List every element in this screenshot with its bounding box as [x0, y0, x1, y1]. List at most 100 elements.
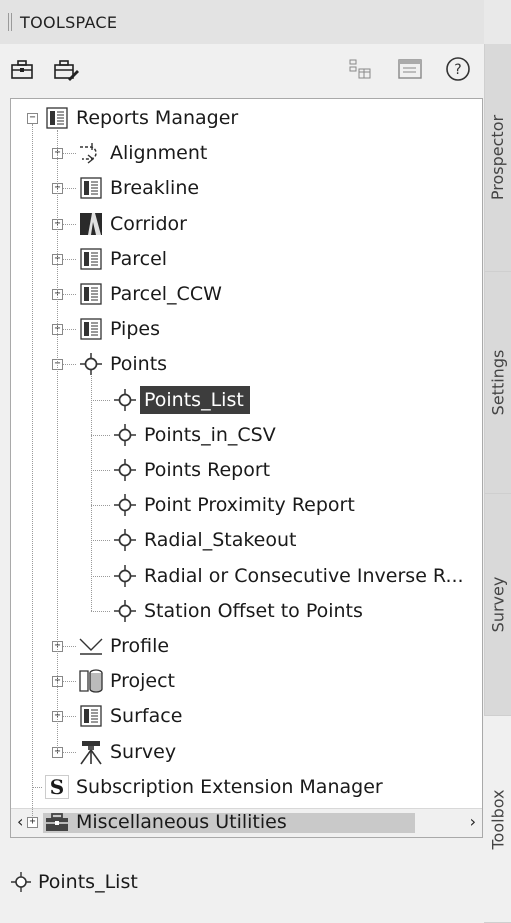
tree-node-miscellaneous-utilities[interactable]: Miscellaneous Utilities	[42, 805, 293, 837]
points-icon	[10, 871, 32, 893]
tree-connector	[91, 610, 110, 612]
tree-node-label: Radial_Stakeout	[144, 529, 297, 552]
tree-connector	[91, 434, 110, 436]
tree-connector	[32, 124, 33, 816]
tab-prospector[interactable]: Prospector	[484, 44, 511, 272]
tree-connector	[91, 505, 110, 507]
survey-icon	[76, 737, 106, 767]
tree-node-survey[interactable]: Survey	[76, 735, 182, 769]
tree-node-label: Project	[110, 670, 176, 693]
report-icon	[76, 701, 106, 731]
points-icon	[76, 349, 106, 379]
project-icon	[76, 666, 106, 696]
report-item-point-proximity-report[interactable]: Point Proximity Report	[110, 488, 361, 522]
help-glyph: ?	[454, 62, 461, 78]
status-label: Points_List	[38, 871, 138, 893]
toolbox-icon	[42, 807, 72, 837]
collapse-toggle[interactable]: −	[27, 113, 38, 124]
tree-connector	[32, 786, 42, 788]
palette-title: TOOLSPACE	[20, 12, 118, 32]
tree-connector	[91, 470, 110, 471]
report-icon	[42, 103, 72, 133]
toolbox-icon[interactable]	[8, 55, 36, 83]
tree-connector	[91, 376, 92, 611]
tree-connector	[57, 130, 58, 752]
report-item-station-offset-to-points[interactable]: Station Offset to Points	[110, 594, 369, 628]
tree-node-label: Parcel	[110, 247, 168, 270]
tree-node-corridor[interactable]: Corridor	[76, 207, 193, 241]
title-bar[interactable]: TOOLSPACE	[0, 0, 484, 44]
tree-connector	[91, 575, 110, 577]
tree-node-profile[interactable]: Profile	[76, 629, 175, 663]
report-icon	[76, 279, 106, 309]
profile-icon	[76, 631, 106, 661]
report-item-radial-stakeout[interactable]: Radial_Stakeout	[110, 523, 302, 557]
tree-node-label: Points Report	[144, 459, 271, 481]
tree-node-reports-manager[interactable]: Reports Manager	[42, 101, 244, 135]
points-icon	[110, 561, 140, 591]
expand-toggle[interactable]: +	[27, 817, 38, 828]
tree-node-label: Station Offset to Points	[144, 599, 363, 622]
points-icon	[110, 385, 140, 415]
tree-node-pipes[interactable]: Pipes	[76, 312, 166, 346]
help-icon[interactable]: ?	[444, 55, 472, 83]
tab-toolbox-label: Toolbox	[488, 789, 507, 849]
tree-node-label: Reports Manager	[76, 107, 239, 129]
tree-node-label: Points_List	[140, 385, 250, 414]
toolspace-palette: TOOLSPACE ? ‹ › Reports Manager − Alignmen…	[0, 0, 484, 923]
tree-node-surface[interactable]: Surface	[76, 699, 188, 733]
subscription-glyph: S	[45, 774, 69, 799]
tree-node-label: Points_in_CSV	[144, 423, 276, 446]
tab-survey[interactable]: Survey	[484, 494, 511, 716]
corridor-icon	[76, 209, 106, 239]
toolspace-tabs: Prospector Settings Survey Toolbox	[484, 0, 511, 923]
report-item-radial-or-consecutive-inverse-r[interactable]: Radial or Consecutive Inverse R...	[110, 559, 470, 593]
report-item-points-list[interactable]: Points_List	[110, 383, 250, 417]
tree-node-project[interactable]: Project	[76, 664, 181, 698]
tree-node-label: Survey	[110, 740, 177, 763]
report-item-points-in-csv[interactable]: Points_in_CSV	[110, 418, 282, 452]
report-tree[interactable]: ‹ › Reports Manager − Alignment + Breakline +…	[10, 98, 483, 838]
report-icon	[76, 173, 106, 203]
tree-node-parcel[interactable]: Parcel	[76, 242, 173, 276]
report-icon	[76, 244, 106, 274]
details-view-icon[interactable]	[346, 55, 374, 83]
subscription-icon: S	[42, 772, 72, 802]
tab-settings-label: Settings	[488, 349, 508, 416]
tab-settings[interactable]: Settings	[484, 272, 511, 494]
report-item-points-report[interactable]: Points Report	[110, 453, 276, 487]
tree-node-label: Corridor	[110, 212, 187, 235]
tree-node-label: Breakline	[110, 177, 200, 200]
tree-node-label: Point Proximity Report	[144, 494, 355, 517]
points-icon	[110, 525, 140, 555]
tree-node-label: Points	[110, 353, 168, 376]
grip-handle[interactable]	[8, 13, 12, 31]
tree-node-label: Profile	[110, 635, 170, 657]
tab-survey-label: Survey	[488, 576, 508, 633]
tree-node-label: Parcel_CCW	[110, 283, 222, 305]
tree-node-parcel-ccw[interactable]: Parcel_CCW	[76, 277, 228, 311]
toolbar: ?	[0, 44, 484, 96]
points-icon	[110, 596, 140, 626]
points-icon	[110, 455, 140, 485]
report-icon	[76, 314, 106, 344]
tree-connector	[91, 399, 110, 401]
alignment-icon	[76, 138, 106, 168]
tree-node-breakline[interactable]: Breakline	[76, 171, 205, 205]
tree-node-label: Radial or Consecutive Inverse R...	[144, 564, 464, 587]
list-view-icon[interactable]	[396, 55, 424, 83]
tree-connector	[91, 540, 110, 542]
tree-node-subscription-extension-manager[interactable]: S Subscription Extension Manager	[42, 770, 389, 804]
scroll-right-arrow[interactable]: ›	[470, 812, 476, 831]
tree-node-label: Surface	[110, 705, 183, 728]
edit-toolbox-icon[interactable]	[52, 55, 80, 83]
tree-node-label: Pipes	[110, 318, 160, 341]
tree-node-label: Subscription Extension Manager	[76, 775, 383, 798]
tab-toolbox[interactable]: Toolbox	[484, 716, 511, 923]
points-icon	[110, 490, 140, 520]
scroll-left-arrow[interactable]: ‹	[17, 812, 23, 831]
points-icon	[110, 420, 140, 450]
tree-node-alignment[interactable]: Alignment	[76, 136, 213, 170]
tree-node-label: Miscellaneous Utilities	[76, 811, 287, 833]
tab-prospector-label: Prospector	[488, 114, 508, 201]
